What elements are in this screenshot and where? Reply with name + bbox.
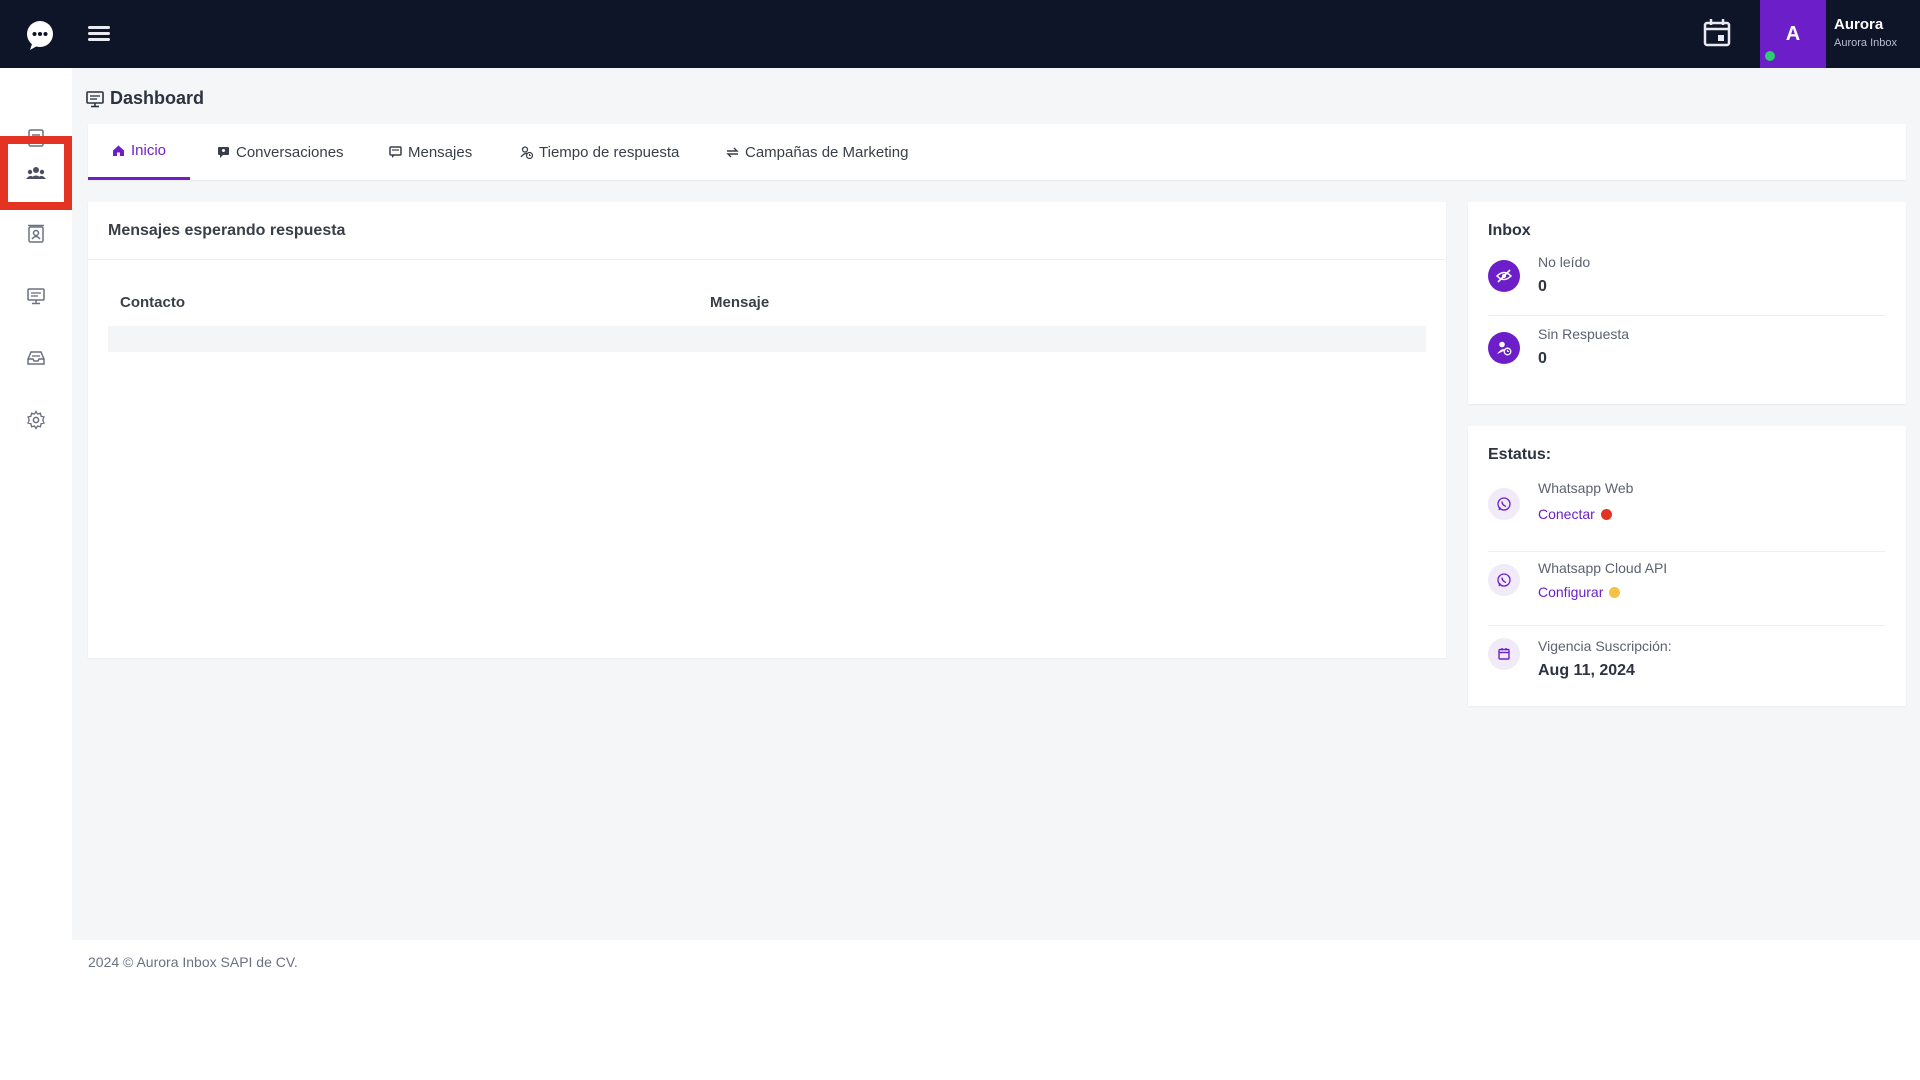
calendar-icon bbox=[1488, 638, 1520, 670]
card-title: Mensajes esperando respuesta bbox=[88, 202, 1446, 260]
footer-text: 2024 © Aurora Inbox SAPI de CV. bbox=[88, 954, 298, 970]
page-title: Dashboard bbox=[86, 88, 204, 109]
contacts-icon bbox=[28, 224, 44, 243]
tab-campanas-marketing[interactable]: Campañas de Marketing bbox=[726, 124, 908, 180]
user-clock-icon bbox=[520, 145, 533, 159]
inbox-card: Inbox No leído 0 Sin Respuesta 0 bbox=[1468, 202, 1906, 404]
status-dot-yellow bbox=[1609, 586, 1621, 598]
tab-conversaciones[interactable]: Conversaciones bbox=[217, 124, 344, 180]
tabs-bar: Inicio Conversaciones Mensajes Tiempo de… bbox=[88, 124, 1906, 180]
tab-tiempo-respuesta[interactable]: Tiempo de respuesta bbox=[520, 124, 679, 180]
configure-link[interactable]: Configurar bbox=[1538, 584, 1621, 600]
whatsapp-web-status: Whatsapp Web Conectar bbox=[1488, 478, 1886, 552]
exchange-icon bbox=[726, 147, 739, 157]
user-name: Aurora bbox=[1834, 16, 1884, 33]
home-icon bbox=[113, 145, 124, 156]
stat-value: 0 bbox=[1538, 350, 1547, 367]
stat-label: Sin Respuesta bbox=[1538, 326, 1630, 342]
message-icon bbox=[389, 145, 402, 158]
stat-label: No leído bbox=[1538, 254, 1591, 270]
tab-label: Conversaciones bbox=[236, 143, 344, 161]
card-title: Estatus: bbox=[1488, 446, 1552, 463]
sidebar-item-settings[interactable] bbox=[0, 390, 72, 450]
whatsapp-cloud-status: Whatsapp Cloud API Configurar bbox=[1488, 552, 1886, 626]
subscription-date: Aug 11, 2024 bbox=[1538, 662, 1635, 679]
tab-label: Inicio bbox=[131, 142, 167, 159]
whatsapp-icon bbox=[1488, 564, 1520, 596]
tab-label: Mensajes bbox=[408, 143, 473, 161]
gear-icon bbox=[27, 410, 45, 430]
user-subtitle: Aurora Inbox bbox=[1834, 37, 1897, 49]
tab-label: Campañas de Marketing bbox=[745, 143, 909, 161]
monitor-icon bbox=[86, 90, 104, 107]
column-header-contacto: Contacto bbox=[120, 294, 185, 311]
eye-slash-icon bbox=[1488, 260, 1520, 292]
chat-logo-icon[interactable] bbox=[24, 19, 56, 51]
conversations-icon bbox=[218, 146, 229, 158]
unread-stat: No leído 0 bbox=[1488, 252, 1886, 316]
user-menu[interactable]: Aurora Aurora Inbox bbox=[1834, 16, 1897, 49]
stat-label: Whatsapp Cloud API bbox=[1538, 560, 1668, 576]
tab-label: Tiempo de respuesta bbox=[539, 143, 680, 161]
configure-link-label: Configurar bbox=[1538, 584, 1604, 600]
status-card: Estatus: Whatsapp Web Conectar Whatsapp … bbox=[1468, 426, 1906, 706]
inbox-tray-icon bbox=[27, 351, 45, 365]
online-status-dot bbox=[1762, 48, 1778, 64]
footer bbox=[72, 940, 1920, 1080]
status-dot-red bbox=[1600, 508, 1612, 520]
tab-mensajes[interactable]: Mensajes bbox=[389, 124, 472, 180]
tab-inicio[interactable]: Inicio bbox=[88, 124, 191, 180]
unanswered-stat: Sin Respuesta 0 bbox=[1488, 324, 1886, 388]
page-title-text: Dashboard bbox=[110, 88, 205, 108]
column-header-mensaje: Mensaje bbox=[710, 294, 770, 311]
users-icon bbox=[26, 167, 46, 179]
calendar-icon[interactable] bbox=[1700, 16, 1734, 50]
stat-label: Vigencia Suscripción: bbox=[1538, 638, 1672, 654]
top-bar: A Aurora Aurora Inbox bbox=[0, 0, 1920, 68]
messages-waiting-card: Mensajes esperando respuesta Contacto Me… bbox=[88, 202, 1446, 658]
connect-link[interactable]: Conectar bbox=[1538, 506, 1612, 522]
sidebar-item-contacts[interactable] bbox=[0, 204, 72, 264]
card-title: Inbox bbox=[1488, 222, 1531, 239]
sidebar-item-users[interactable] bbox=[0, 136, 72, 210]
sidebar-item-monitor[interactable] bbox=[0, 266, 72, 326]
stat-label: Whatsapp Web bbox=[1538, 480, 1634, 496]
table-row bbox=[108, 326, 1426, 352]
whatsapp-icon bbox=[1488, 488, 1520, 520]
sidebar bbox=[0, 68, 72, 940]
stat-value: 0 bbox=[1538, 278, 1547, 295]
monitor-icon bbox=[27, 288, 45, 305]
user-clock-icon bbox=[1488, 332, 1520, 364]
sidebar-item-inbox[interactable] bbox=[0, 328, 72, 388]
hamburger-menu-icon[interactable] bbox=[88, 23, 110, 43]
subscription-status: Vigencia Suscripción: Aug 11, 2024 bbox=[1488, 626, 1886, 700]
connect-link-label: Conectar bbox=[1538, 506, 1595, 522]
